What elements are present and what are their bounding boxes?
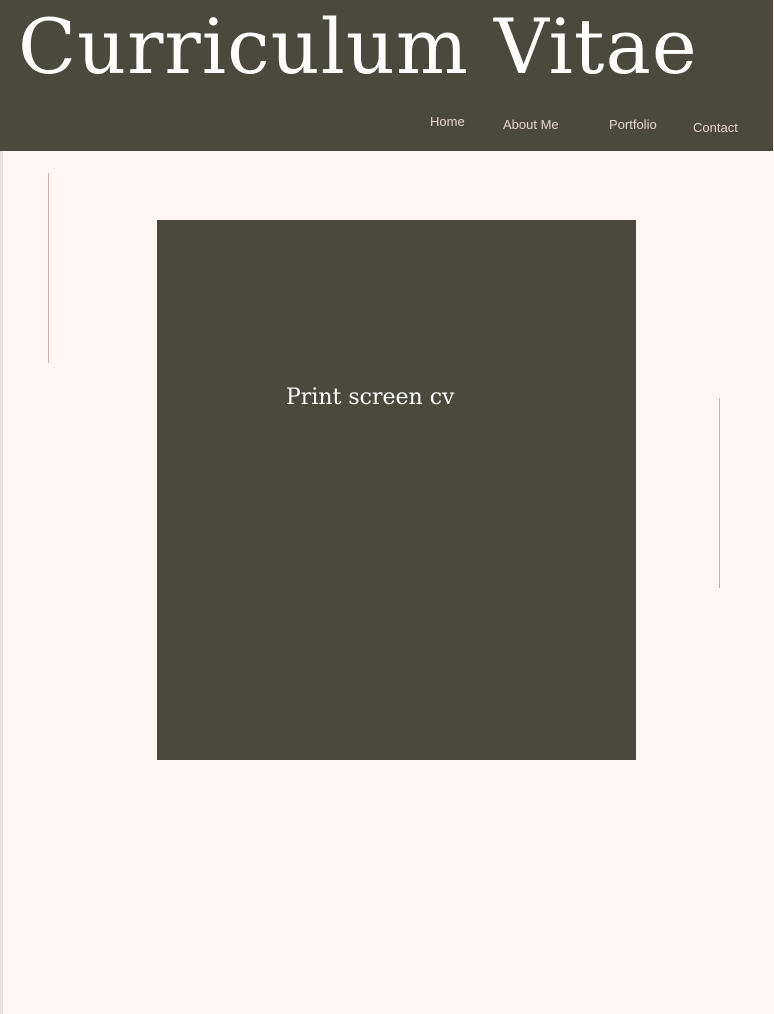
nav-link-about-me[interactable]: About Me <box>503 117 559 133</box>
cv-preview-panel: Print screen cv <box>157 220 636 760</box>
site-header: Curriculum Vitae Home About Me Portfolio… <box>0 0 773 151</box>
cv-caption: Print screen cv <box>286 385 455 410</box>
nav-link-portfolio[interactable]: Portfolio <box>609 117 657 133</box>
nav-link-contact[interactable]: Contact <box>693 120 738 136</box>
decorative-line-right <box>719 398 720 588</box>
decorative-line-left <box>48 173 49 363</box>
nav-link-home[interactable]: Home <box>430 114 465 130</box>
site-title: Curriculum Vitae <box>18 2 698 91</box>
